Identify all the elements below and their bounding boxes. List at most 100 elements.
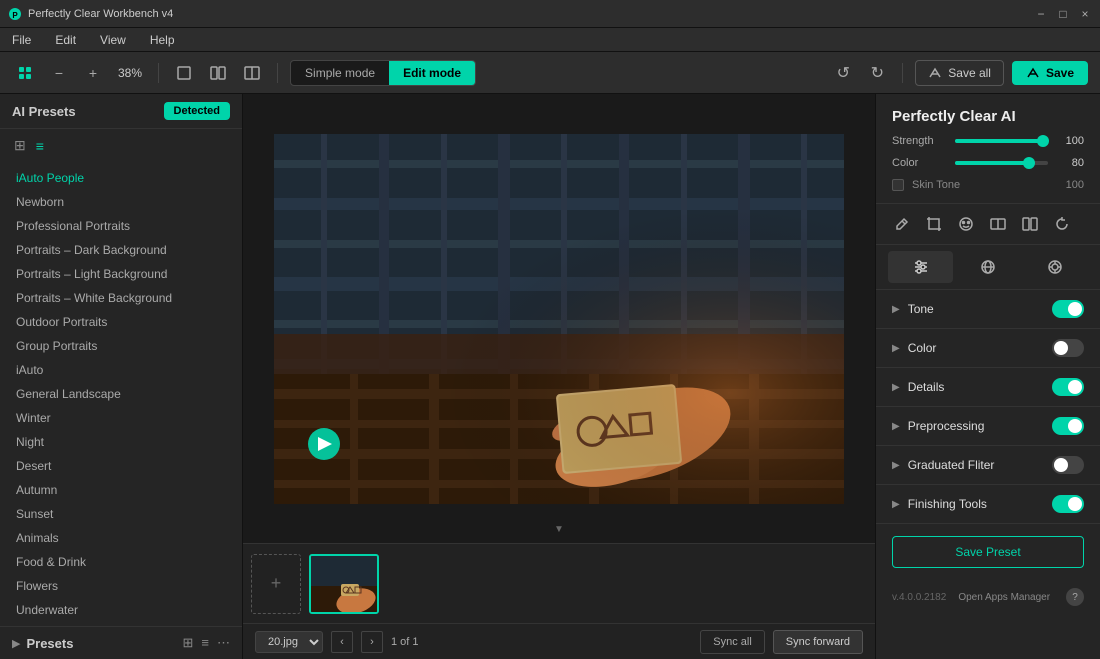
main-layout: AI Presets Detected ⊞ ≡ iAuto People New… [0, 94, 1100, 659]
sliders-icon-button[interactable] [888, 251, 953, 283]
preset-item-iauto-people[interactable]: iAuto People [0, 166, 242, 190]
undo-button[interactable]: ↺ [830, 60, 856, 86]
close-button[interactable]: × [1078, 7, 1092, 21]
sync-forward-button[interactable]: Sync forward [773, 630, 863, 654]
preset-item-landscape[interactable]: General Landscape [0, 382, 242, 406]
panel-title: AI Presets [12, 104, 164, 119]
refresh-icon-button[interactable] [1048, 210, 1076, 238]
scroll-indicator: ▼ [554, 524, 564, 535]
thumbnail-1[interactable] [309, 554, 379, 614]
version-bar: v.4.0.0.2182 Open Apps Manager ? [876, 580, 1100, 614]
preprocessing-arrow: ▶ [892, 421, 900, 432]
preset-item-iauto[interactable]: iAuto [0, 358, 242, 382]
color-label-acc: Color [908, 341, 1052, 355]
tone-header[interactable]: ▶ Tone [876, 290, 1100, 328]
grid-view-button[interactable]: ⊞ [12, 135, 28, 156]
save-preset-button[interactable]: Save Preset [892, 536, 1084, 568]
globe-icon-button[interactable] [955, 251, 1020, 283]
preset-item-desert[interactable]: Desert [0, 454, 242, 478]
preset-item-night[interactable]: Night [0, 430, 242, 454]
minimize-button[interactable]: − [1034, 7, 1048, 21]
save-all-button[interactable]: Save all [915, 60, 1004, 86]
preset-item-food[interactable]: Food & Drink [0, 550, 242, 574]
preprocessing-header[interactable]: ▶ Preprocessing [876, 407, 1100, 445]
graduated-arrow: ▶ [892, 460, 900, 471]
zoom-out-button[interactable]: − [46, 60, 72, 86]
edit-mode-button[interactable]: Edit mode [389, 61, 475, 85]
finishing-toggle[interactable] [1052, 495, 1084, 513]
finishing-header[interactable]: ▶ Finishing Tools [876, 485, 1100, 523]
preprocessing-label: Preprocessing [908, 419, 1052, 433]
preset-item-group[interactable]: Group Portraits [0, 334, 242, 358]
strength-value: 100 [1056, 135, 1084, 147]
tone-toggle[interactable] [1052, 300, 1084, 318]
preset-item-underwater[interactable]: Underwater [0, 598, 242, 622]
next-button[interactable]: › [361, 631, 383, 653]
preset-item-outdoor[interactable]: Outdoor Portraits [0, 310, 242, 334]
redo-button[interactable]: ↻ [864, 60, 890, 86]
title-bar: P Perfectly Clear Workbench v4 − □ × [0, 0, 1100, 28]
color-label: Color [892, 157, 947, 169]
target-icon-button[interactable] [1023, 251, 1088, 283]
details-toggle[interactable] [1052, 378, 1084, 396]
preset-item-animals[interactable]: Animals [0, 526, 242, 550]
list-view-button[interactable]: ≡ [34, 135, 46, 156]
maximize-button[interactable]: □ [1056, 7, 1070, 21]
preset-item-autumn[interactable]: Autumn [0, 478, 242, 502]
save-preset-section: Save Preset [876, 524, 1100, 580]
preset-item-newborn[interactable]: Newborn [0, 190, 242, 214]
presets-header[interactable]: ▶ Presets ⊞ ≡ ⋯ [0, 627, 242, 659]
view-split-button[interactable] [205, 60, 231, 86]
view-controls: ⊞ ≡ [0, 129, 242, 162]
split-icon-button[interactable] [1016, 210, 1044, 238]
prev-button[interactable]: ‹ [331, 631, 353, 653]
home-button[interactable] [12, 60, 38, 86]
color-toggle[interactable] [1052, 339, 1084, 357]
graduated-header[interactable]: ▶ Graduated Fliter [876, 446, 1100, 484]
open-apps-manager-button[interactable]: Open Apps Manager [958, 592, 1050, 603]
color-slider[interactable] [955, 161, 1048, 165]
grid-icon[interactable]: ⊞ [183, 635, 194, 651]
main-image [274, 134, 844, 504]
preset-item-flowers[interactable]: Flowers [0, 574, 242, 598]
preset-item-dark-bg[interactable]: Portraits – Dark Background [0, 238, 242, 262]
details-label: Details [908, 380, 1052, 394]
edit-icon-button[interactable] [888, 210, 916, 238]
help-button[interactable]: ? [1066, 588, 1084, 606]
preset-item-winter[interactable]: Winter [0, 406, 242, 430]
page-info: 1 of 1 [391, 636, 419, 648]
menu-file[interactable]: File [8, 31, 35, 49]
menu-edit[interactable]: Edit [51, 31, 80, 49]
simple-mode-button[interactable]: Simple mode [291, 61, 389, 85]
skin-tone-checkbox[interactable] [892, 179, 904, 191]
color-header[interactable]: ▶ Color [876, 329, 1100, 367]
color-accordion: ▶ Color [876, 329, 1100, 368]
sync-all-button[interactable]: Sync all [700, 630, 765, 654]
filename-select[interactable]: 20.jpg [255, 631, 323, 653]
crop-icon-button[interactable] [920, 210, 948, 238]
center-panel: ▼ + 20.jpg ‹ › 1 of 1 [243, 94, 875, 659]
menu-help[interactable]: Help [146, 31, 179, 49]
compare-icon-button[interactable] [984, 210, 1012, 238]
preset-item-white-bg[interactable]: Portraits – White Background [0, 286, 242, 310]
view-single-button[interactable] [171, 60, 197, 86]
list-icon[interactable]: ≡ [201, 635, 209, 651]
face-icon-button[interactable] [952, 210, 980, 238]
zoom-in-button[interactable]: + [80, 60, 106, 86]
view-compare-button[interactable] [239, 60, 265, 86]
preset-item-sunset[interactable]: Sunset [0, 502, 242, 526]
menu-view[interactable]: View [96, 31, 130, 49]
thumbnail-bar: + [243, 543, 875, 623]
collapse-icon: ▶ [12, 637, 20, 650]
graduated-toggle[interactable] [1052, 456, 1084, 474]
preset-item-professional-portraits[interactable]: Professional Portraits [0, 214, 242, 238]
strength-slider[interactable] [955, 139, 1048, 143]
more-icon[interactable]: ⋯ [217, 635, 230, 651]
save-button[interactable]: Save [1012, 61, 1088, 85]
preprocessing-accordion: ▶ Preprocessing [876, 407, 1100, 446]
add-image-button[interactable]: + [251, 554, 301, 614]
details-header[interactable]: ▶ Details [876, 368, 1100, 406]
preprocessing-toggle[interactable] [1052, 417, 1084, 435]
bottom-bar: 20.jpg ‹ › 1 of 1 Sync all Sync forward [243, 623, 875, 659]
preset-item-light-bg[interactable]: Portraits – Light Background [0, 262, 242, 286]
